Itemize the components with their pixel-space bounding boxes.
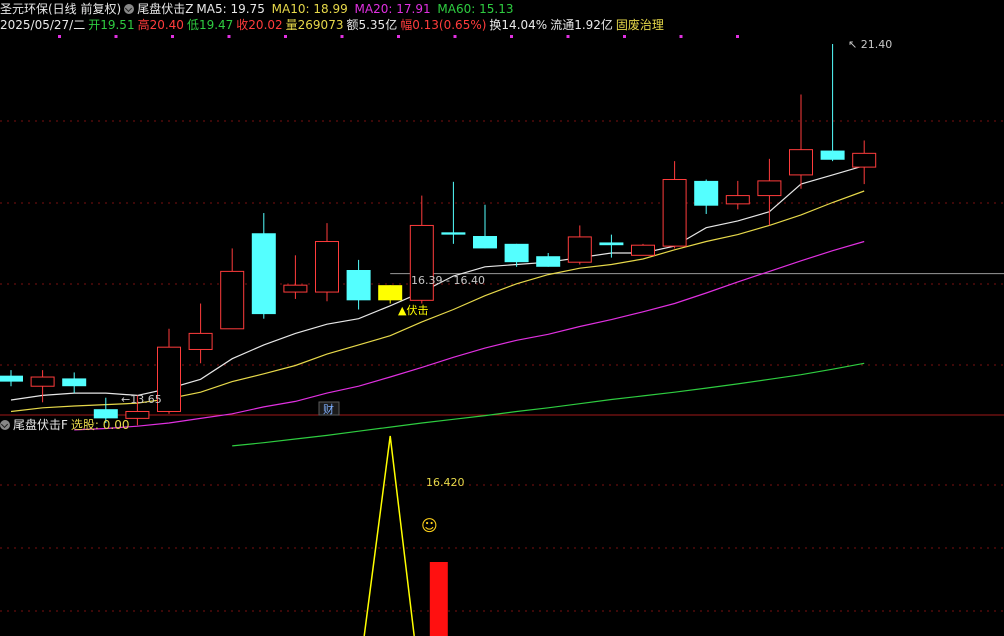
candle-body (852, 152, 877, 168)
candle-body (567, 236, 592, 263)
volume-label: 量269073 (285, 18, 344, 32)
float-label: 流通1.92亿 (550, 18, 613, 32)
period-tick (171, 35, 174, 38)
ma60-label: MA60: 15.13 (437, 2, 514, 16)
chevron-down-icon[interactable] (124, 4, 135, 14)
candle-body (346, 270, 371, 301)
candle-body (220, 270, 245, 330)
candle-body (62, 378, 87, 387)
candle-body (30, 376, 55, 387)
period-tick (566, 35, 570, 38)
ma10-line (10, 190, 865, 413)
turnover-label: 换14.04% (489, 18, 548, 32)
ma10-label: MA10: 18.99 (271, 2, 348, 16)
candle-body (188, 332, 213, 350)
candle-body (378, 285, 403, 301)
candle-body (0, 375, 23, 382)
candle-body (473, 236, 497, 249)
select-value: 选股: 0.00 (70, 418, 130, 432)
candle-body (631, 244, 655, 256)
stock-title[interactable]: 圣元环保(日线 前复权) (0, 2, 121, 16)
high-label: 高20.40 (137, 18, 184, 32)
period-tick (510, 35, 513, 38)
finance-badge-label: 财 (323, 402, 334, 416)
low-label: ←13.65 (121, 393, 162, 406)
period-tick (284, 35, 287, 38)
candle-body (662, 179, 687, 247)
sub-annotation: 16.420 (426, 476, 465, 489)
candle-body (251, 233, 276, 315)
candle-body (599, 242, 624, 246)
period-tick (679, 35, 683, 38)
quote-line: 2025/05/27/二 开19.51 高20.40 低19.47 收20.02 量269… (0, 16, 667, 34)
date-label: 2025/05/27/二 (0, 18, 86, 32)
low-label: 低19.47 (186, 18, 234, 32)
candle-body (283, 284, 308, 293)
candle-body (725, 195, 750, 205)
signal-bar (429, 562, 448, 636)
indicator-name[interactable]: 尾盘伏击Z (137, 2, 193, 16)
high-label: ↖ 21.40 (848, 38, 892, 51)
signal-label: ▲伏击 (398, 303, 428, 317)
candle-body (789, 149, 813, 176)
ma5-label: MA5: 19.75 (196, 2, 265, 16)
amount-label: 额5.35亿 (346, 18, 398, 32)
period-tick (227, 35, 231, 38)
candle-body (536, 256, 561, 267)
smiley-icon: ☺ (421, 516, 438, 535)
range-label: 16.39 - 16.40 (411, 274, 485, 287)
amp-label: 幅0.13(0.65%) (400, 18, 487, 32)
candle-body (409, 224, 434, 301)
signal-spike (363, 435, 415, 636)
open-label: 开19.51 (88, 18, 135, 32)
sub-header: 尾盘伏击F 选股: 0.00 (0, 416, 132, 434)
period-tick (736, 35, 739, 38)
candle-body (757, 180, 782, 197)
candle-body (315, 241, 339, 293)
period-tick (114, 35, 118, 38)
candle-body (504, 243, 529, 263)
period-tick (453, 35, 457, 38)
candle-body (694, 180, 719, 206)
candle-body (441, 232, 466, 235)
period-tick (397, 35, 400, 38)
period-tick (58, 35, 61, 38)
concept-tag[interactable]: 固废治理 (616, 18, 664, 32)
close-label: 收20.02 (236, 18, 283, 32)
ma20-label: MA20: 17.91 (354, 2, 431, 16)
period-tick (340, 35, 344, 38)
chart-canvas[interactable]: ←13.65 ↖ 21.40 16.39 - 16.40 ▲伏击财 16.420 ☺ (0, 0, 1004, 636)
sub-indicator-name[interactable]: 尾盘伏击F (13, 418, 68, 432)
candle-body (820, 150, 845, 160)
chevron-down-icon[interactable] (0, 420, 10, 430)
period-tick (623, 35, 626, 38)
